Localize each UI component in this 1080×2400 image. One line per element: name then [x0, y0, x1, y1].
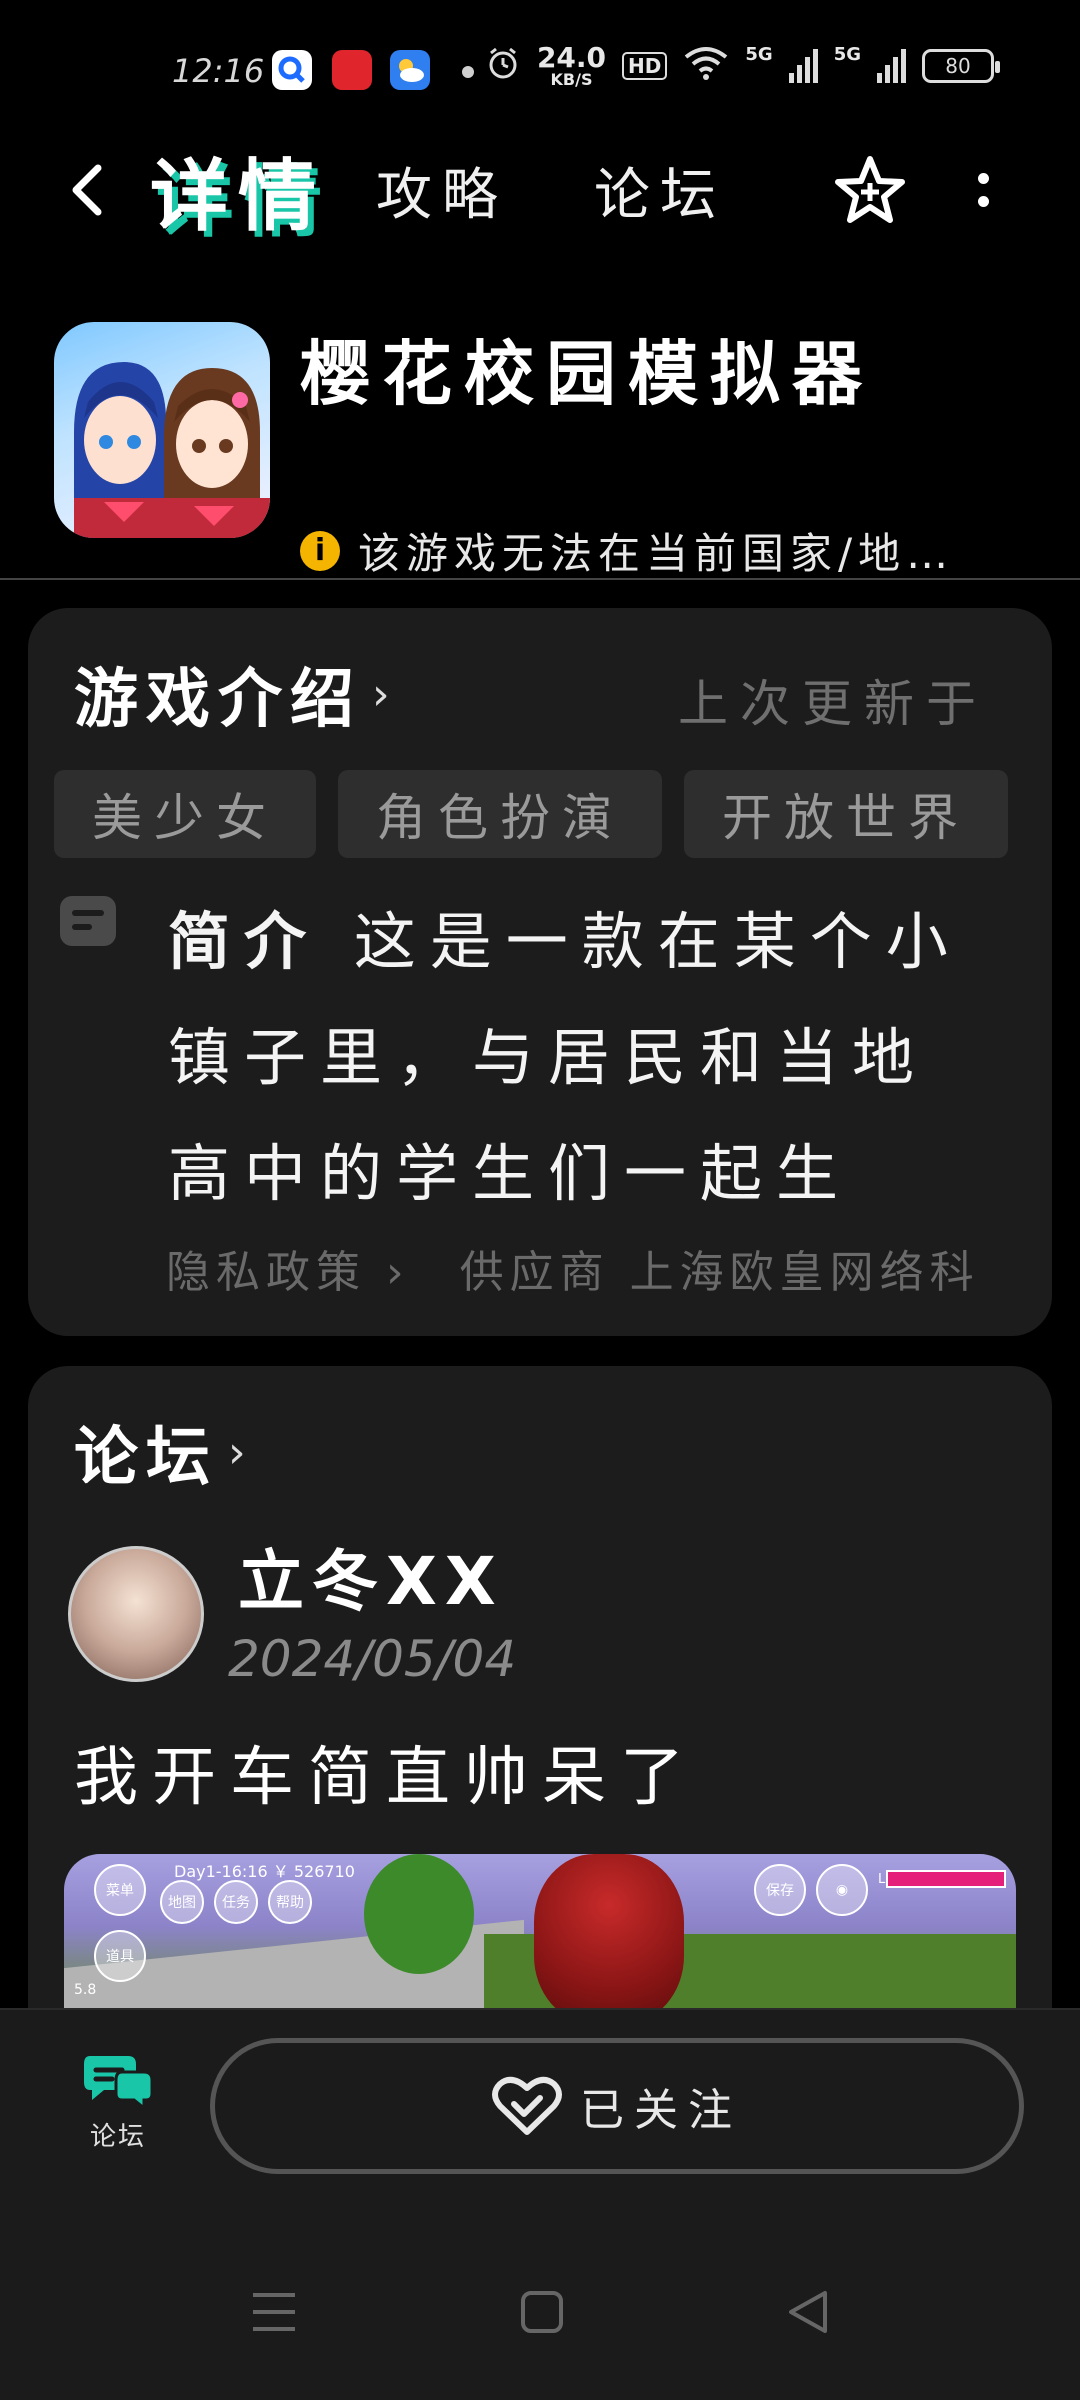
alarm-icon — [485, 45, 521, 88]
system-back-button[interactable] — [768, 2272, 848, 2352]
tab-details[interactable]: 详情 — [150, 150, 326, 242]
game-description[interactable]: 简介 这是一款在某个小镇子里，与居民和当地高中的学生们一起生活… — [168, 884, 988, 1232]
tag-item[interactable]: 开放世界 — [684, 770, 1008, 858]
forum-title: 论坛 — [74, 1421, 218, 1495]
bottom-nav-forum-label: 论坛 — [89, 2122, 146, 2152]
intro-title: 游戏介绍 — [74, 663, 362, 737]
camera-icon: ◉ — [816, 1864, 868, 1916]
more-options-button[interactable] — [958, 150, 1008, 230]
triangle-back-icon — [789, 2291, 827, 2333]
recent-apps-button[interactable] — [234, 2272, 314, 2352]
post-username[interactable]: 立冬XX — [238, 1528, 504, 1624]
network-speed: 24.0 KB/S — [536, 41, 607, 89]
post-date: 2024/05/04 — [228, 1630, 517, 1688]
signal-bars-1-icon — [788, 49, 818, 83]
hud-item: 道具 — [94, 1930, 146, 1982]
chevron-right-icon: › — [228, 1426, 254, 1478]
network-type-2: 5G — [833, 44, 861, 65]
top-navigation: 详情 攻略 论坛 — [0, 130, 1080, 250]
hud-save: 保存 — [754, 1864, 806, 1916]
favorite-button[interactable] — [832, 150, 908, 230]
weather-app-icon — [390, 50, 430, 90]
browser-app-icon — [272, 50, 312, 90]
tab-forum[interactable]: 论坛 — [594, 150, 726, 230]
heart-check-icon — [492, 2076, 562, 2135]
square-icon — [521, 2291, 563, 2333]
follow-button[interactable]: 已关注 — [210, 2038, 1024, 2174]
chat-bubble-icon — [84, 2056, 154, 2110]
battery-icon: 80 — [922, 49, 1000, 83]
life-bar — [886, 1870, 1006, 1888]
hud-day: Day1-16:16 ￥ 526710 — [174, 1862, 355, 1881]
game-icon — [54, 322, 270, 538]
hd-badge: HD — [622, 52, 668, 80]
tag-list: 美少女 角色扮演 开放世界 — [54, 770, 1008, 858]
wifi-icon — [683, 45, 729, 88]
star-plus-icon — [835, 156, 905, 223]
home-button[interactable] — [502, 2272, 582, 2352]
hud-map: 地图 — [160, 1880, 204, 1924]
region-notice-text: 该游戏无法在当前国家/地… — [358, 529, 955, 578]
menu-icon — [253, 2293, 295, 2331]
privacy-policy-link[interactable]: 隐私政策 › — [166, 1236, 410, 1300]
supplier-text: 供应商 上海欧皇网络科 — [459, 1247, 980, 1298]
bottom-nav-forum[interactable]: 论坛 — [72, 2050, 164, 2153]
network-type-1: 5G — [745, 44, 773, 65]
description-label: 简介 — [168, 905, 321, 978]
last-updated-label: 上次更新于 — [678, 675, 988, 733]
chevron-right-icon: › — [372, 668, 398, 720]
tab-guides[interactable]: 攻略 — [376, 150, 508, 230]
post-text[interactable]: 我开车简直帅呆了 — [74, 1726, 698, 1818]
status-time: 12:16 — [172, 52, 265, 90]
hud-task: 任务 — [214, 1880, 258, 1924]
hud-help: 帮助 — [268, 1880, 312, 1924]
game-title: 樱花校园模拟器 — [300, 333, 874, 415]
status-bar: 12:16 24.0 KB/S HD 5G 5G 80 — [0, 0, 1080, 120]
hud-menu: 菜单 — [94, 1864, 146, 1916]
follow-label: 已关注 — [580, 2085, 742, 2136]
policy-row: 隐私政策 › 供应商 上海欧皇网络科 — [166, 1236, 1046, 1300]
tag-item[interactable]: 美少女 — [54, 770, 316, 858]
info-icon: i — [300, 530, 340, 571]
intro-title-link[interactable]: 游戏介绍 › — [74, 648, 398, 740]
description-icon — [60, 896, 116, 946]
divider — [0, 578, 1080, 580]
bottom-bar: 论坛 已关注 — [0, 2008, 1080, 2208]
avatar[interactable] — [68, 1546, 204, 1682]
hud-fps: 5.8 — [74, 1982, 97, 1998]
back-arrow-icon — [72, 164, 102, 216]
forum-card: 论坛 › 立冬XX 2024/05/04 我开车简直帅呆了 菜单 道具 地图 任… — [28, 1366, 1052, 2066]
signal-bars-2-icon — [877, 49, 906, 83]
system-navigation-bar — [0, 2208, 1080, 2400]
news-app-icon — [332, 50, 372, 90]
status-dot — [462, 66, 474, 78]
forum-title-link[interactable]: 论坛 › — [74, 1406, 254, 1498]
back-button[interactable] — [56, 150, 116, 230]
region-notice[interactable]: i 该游戏无法在当前国家/地… — [300, 520, 1000, 581]
game-intro-card: 游戏介绍 › 上次更新于 美少女 角色扮演 开放世界 简介 这是一款在某个小镇子… — [28, 608, 1052, 1336]
tag-item[interactable]: 角色扮演 — [338, 770, 662, 858]
